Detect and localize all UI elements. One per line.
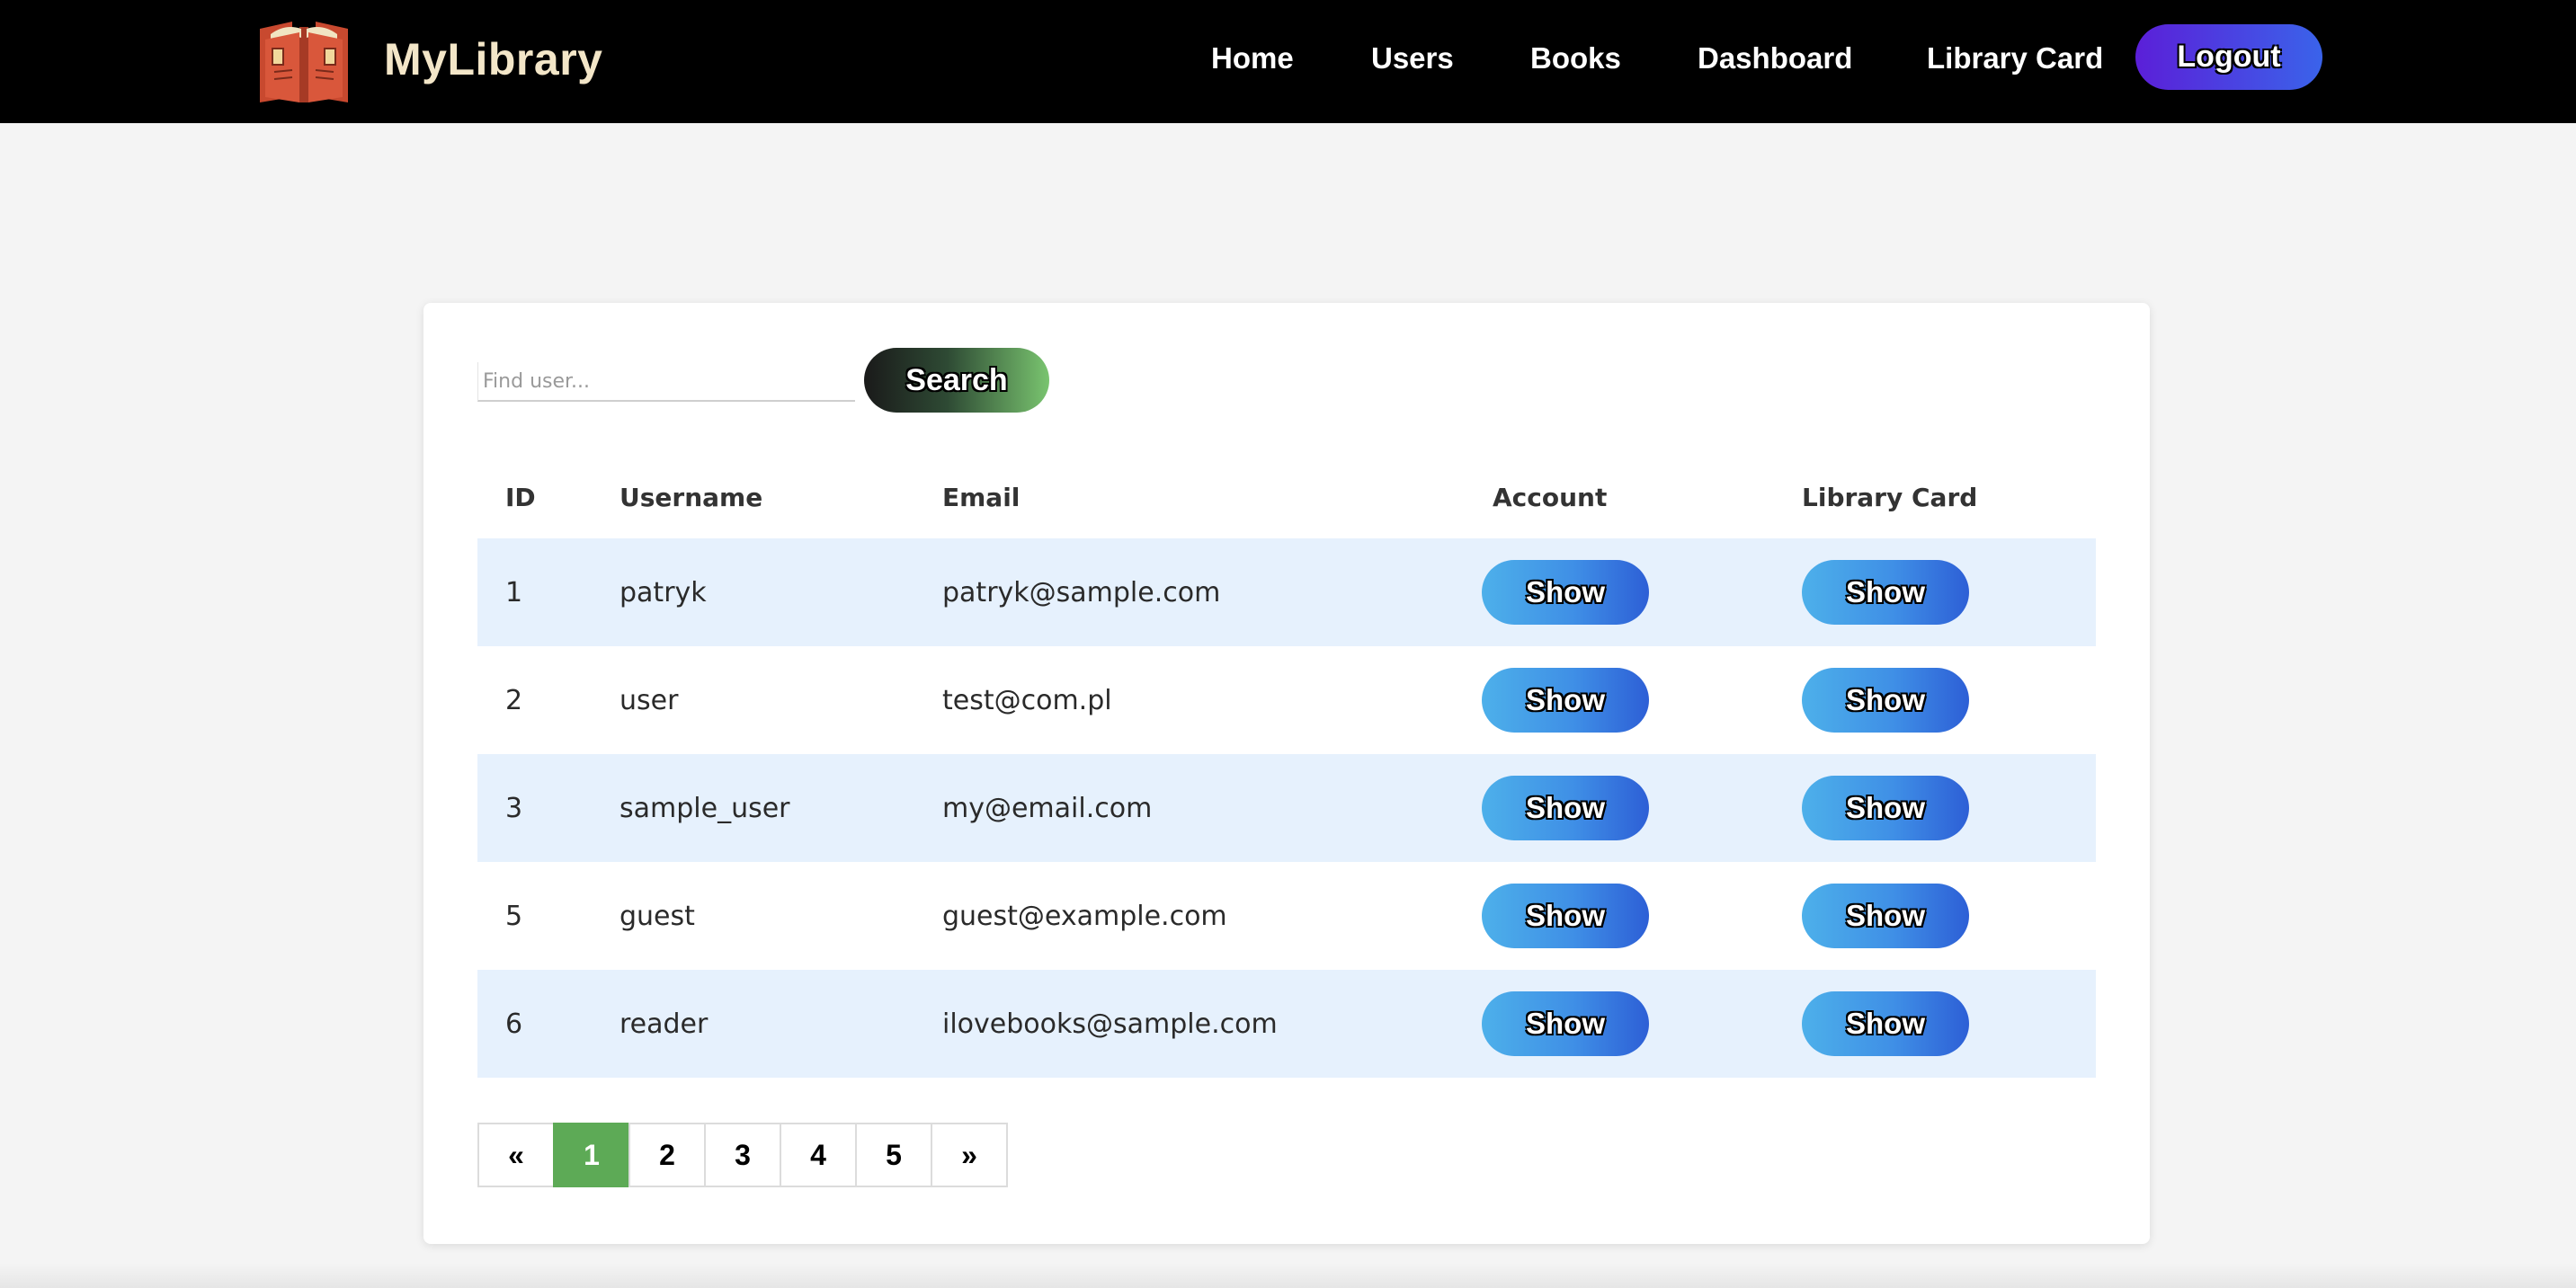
pagination-next[interactable]: »	[931, 1123, 1008, 1187]
bottom-shadow	[0, 1263, 2576, 1288]
show-account-button[interactable]: Show	[1482, 776, 1649, 840]
pagination-page-3[interactable]: 3	[704, 1123, 781, 1187]
cell-username: reader	[619, 1008, 709, 1040]
cell-username: patryk	[619, 576, 707, 608]
cell-id: 3	[505, 792, 523, 824]
cell-email: my@email.com	[942, 792, 1153, 824]
table-row: 2 user test@com.pl Show Show	[477, 646, 2096, 754]
table-row: 5 guest guest@example.com Show Show	[477, 862, 2096, 970]
cell-email: guest@example.com	[942, 900, 1227, 932]
show-library-card-button[interactable]: Show	[1802, 884, 1969, 948]
cell-id: 1	[505, 576, 523, 608]
cell-id: 5	[505, 900, 523, 932]
navbar: MyLibrary Home Users Books Dashboard Lib…	[0, 0, 2576, 123]
column-header-library-card: Library Card	[1802, 482, 1978, 512]
cell-email: ilovebooks@sample.com	[942, 1008, 1278, 1040]
brand[interactable]: MyLibrary	[256, 14, 602, 104]
nav-link-library-card[interactable]: Library Card	[1927, 36, 2103, 81]
table-header: ID Username Email Account Library Card	[477, 456, 2096, 538]
cell-id: 2	[505, 684, 523, 716]
users-table: ID Username Email Account Library Card 1…	[477, 456, 2096, 1078]
cell-id: 6	[505, 1008, 523, 1040]
table-row: 6 reader ilovebooks@sample.com Show Show	[477, 970, 2096, 1078]
cell-email: test@com.pl	[942, 684, 1112, 716]
show-library-card-button[interactable]: Show	[1802, 560, 1969, 625]
cell-username: user	[619, 684, 679, 716]
pagination-page-2[interactable]: 2	[628, 1123, 706, 1187]
users-card: Search ID Username Email Account Library…	[423, 303, 2150, 1244]
show-account-button[interactable]: Show	[1482, 668, 1649, 733]
show-account-button[interactable]: Show	[1482, 560, 1649, 625]
search-button[interactable]: Search	[864, 348, 1049, 413]
pagination-page-1[interactable]: 1	[553, 1123, 630, 1187]
nav-link-books[interactable]: Books	[1530, 36, 1621, 81]
show-library-card-button[interactable]: Show	[1802, 668, 1969, 733]
column-header-email: Email	[942, 482, 1021, 512]
show-library-card-button[interactable]: Show	[1802, 776, 1969, 840]
cell-email: patryk@sample.com	[942, 576, 1221, 608]
cell-username: sample_user	[619, 792, 790, 824]
column-header-id: ID	[505, 482, 536, 512]
show-account-button[interactable]: Show	[1482, 991, 1649, 1056]
show-library-card-button[interactable]: Show	[1802, 991, 1969, 1056]
app-title: MyLibrary	[384, 34, 603, 84]
cell-username: guest	[619, 900, 695, 932]
column-header-username: Username	[619, 482, 763, 512]
nav-link-home[interactable]: Home	[1211, 36, 1294, 81]
pagination-prev[interactable]: «	[477, 1123, 555, 1187]
nav-link-dashboard[interactable]: Dashboard	[1698, 36, 1852, 81]
pagination: « 1 2 3 4 5 »	[477, 1123, 1008, 1187]
open-book-icon	[260, 22, 348, 102]
logout-button[interactable]: Logout	[2135, 24, 2322, 90]
show-account-button[interactable]: Show	[1482, 884, 1649, 948]
search-input[interactable]	[477, 362, 855, 402]
table-row: 1 patryk patryk@sample.com Show Show	[477, 538, 2096, 646]
table-row: 3 sample_user my@email.com Show Show	[477, 754, 2096, 862]
pagination-page-5[interactable]: 5	[855, 1123, 932, 1187]
nav-link-users[interactable]: Users	[1371, 36, 1454, 81]
pagination-page-4[interactable]: 4	[780, 1123, 857, 1187]
column-header-account: Account	[1493, 482, 1608, 512]
